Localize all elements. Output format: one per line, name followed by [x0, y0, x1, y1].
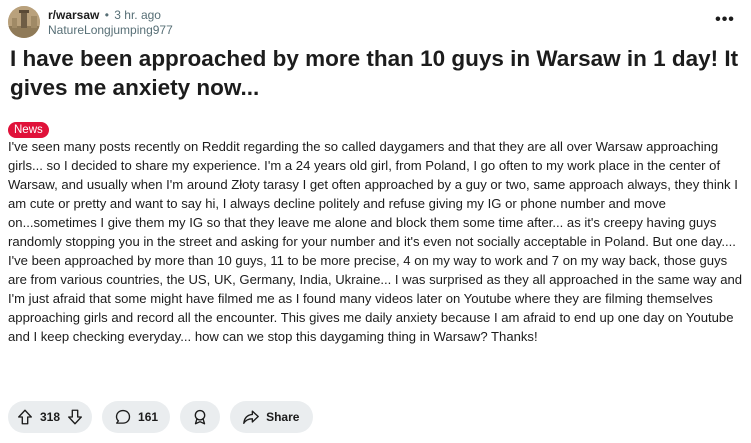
post-card: r/warsaw • 3 hr. ago NatureLongjumping97…: [0, 0, 751, 443]
post-title[interactable]: I have been approached by more than 10 g…: [10, 44, 740, 102]
upvote-arrow-icon[interactable]: [16, 408, 34, 426]
share-button[interactable]: Share: [230, 401, 314, 433]
subreddit-link[interactable]: r/warsaw: [48, 8, 99, 22]
downvote-arrow-icon[interactable]: [66, 408, 84, 426]
share-arrow-icon: [242, 408, 260, 426]
author-username[interactable]: NatureLongjumping977: [48, 23, 173, 38]
meta-separator: •: [104, 8, 109, 22]
more-options-button[interactable]: •••: [713, 8, 737, 32]
subreddit-avatar[interactable]: [8, 6, 40, 38]
more-options-icon: •••: [715, 11, 735, 28]
meta-top-line: r/warsaw • 3 hr. ago: [48, 8, 173, 23]
comment-count: 161: [138, 410, 159, 424]
post-header: r/warsaw • 3 hr. ago NatureLongjumping97…: [8, 6, 173, 38]
comment-bubble-icon: [114, 408, 132, 426]
award-icon: [191, 408, 209, 426]
award-button[interactable]: [180, 401, 221, 433]
share-label: Share: [266, 410, 300, 424]
post-time: 3 hr. ago: [114, 8, 161, 22]
post-flair[interactable]: News: [8, 122, 49, 138]
comments-button[interactable]: 161: [102, 401, 171, 433]
action-bar: 318 161 Share: [8, 401, 314, 433]
post-meta: r/warsaw • 3 hr. ago NatureLongjumping97…: [48, 6, 173, 38]
vote-count: 318: [40, 410, 61, 424]
vote-control: 318: [8, 401, 93, 433]
post-body: I've seen many posts recently on Reddit …: [8, 139, 743, 344]
